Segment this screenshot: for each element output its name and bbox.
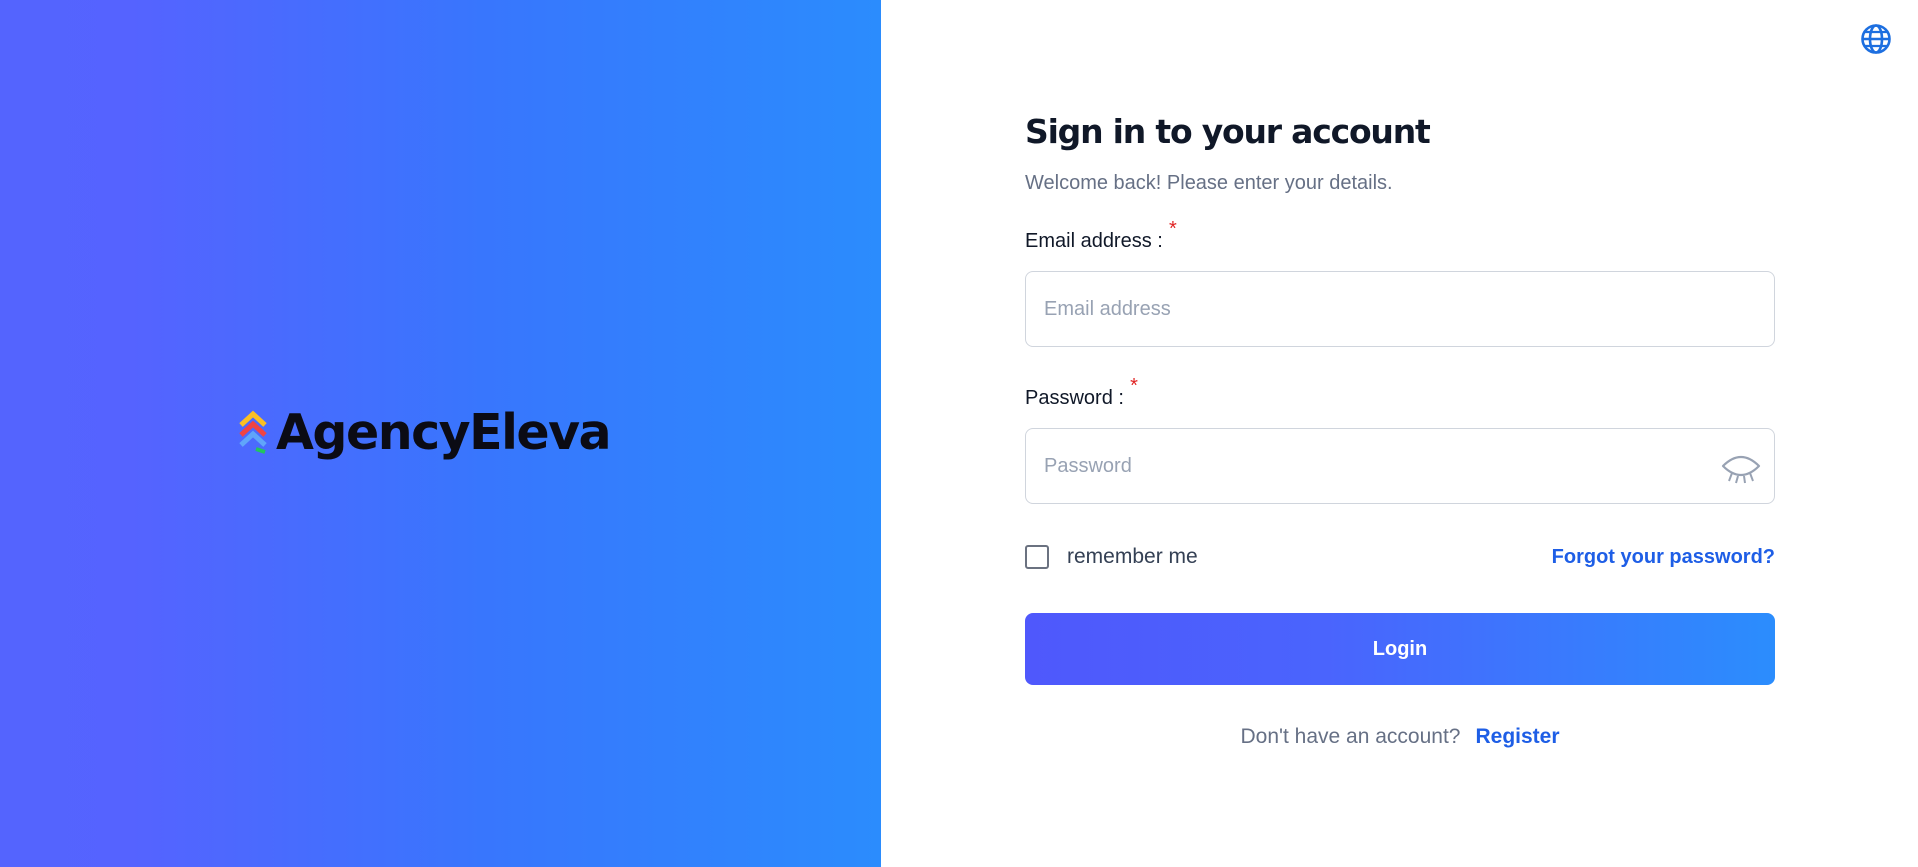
brand-logo: AgencyEleva (238, 400, 612, 464)
remember-me-checkbox[interactable] (1025, 545, 1049, 569)
password-field[interactable]: Password (1025, 428, 1775, 504)
email-label-text: Email address : (1025, 230, 1163, 252)
page-title: Sign in to your account (1025, 112, 1431, 151)
required-asterisk: * (1130, 375, 1138, 397)
password-label: Password : * (1025, 375, 1138, 411)
eye-closed-icon[interactable] (1720, 448, 1762, 486)
login-form: Sign in to your account Welcome back! Pl… (1025, 108, 1775, 749)
register-link[interactable]: Register (1475, 725, 1559, 749)
brand-name: AgencyEleva (276, 403, 612, 461)
login-button-label: Login (1372, 637, 1428, 660)
remember-me-option[interactable]: remember me (1025, 545, 1198, 569)
password-placeholder: Password (1044, 454, 1132, 477)
required-asterisk: * (1169, 218, 1177, 240)
language-button[interactable] (1859, 22, 1893, 56)
remember-row: remember me Forgot your password? (1025, 544, 1775, 570)
register-row: Don't have an account? Register (1025, 725, 1775, 749)
forgot-password-link[interactable]: Forgot your password? (1552, 546, 1775, 569)
login-button[interactable]: Login (1025, 613, 1775, 685)
password-label-text: Password : (1025, 387, 1124, 409)
stacked-chevrons-logo-icon (239, 410, 267, 454)
page-subtitle: Welcome back! Please enter your details. (1025, 172, 1393, 194)
email-field[interactable]: Email address (1025, 271, 1775, 347)
email-placeholder: Email address (1044, 297, 1171, 320)
globe-icon (1861, 24, 1891, 54)
email-label: Email address : * (1025, 218, 1177, 254)
brand-panel: AgencyEleva (0, 0, 881, 867)
no-account-text: Don't have an account? (1240, 725, 1461, 748)
remember-me-label[interactable]: remember me (1067, 545, 1198, 569)
